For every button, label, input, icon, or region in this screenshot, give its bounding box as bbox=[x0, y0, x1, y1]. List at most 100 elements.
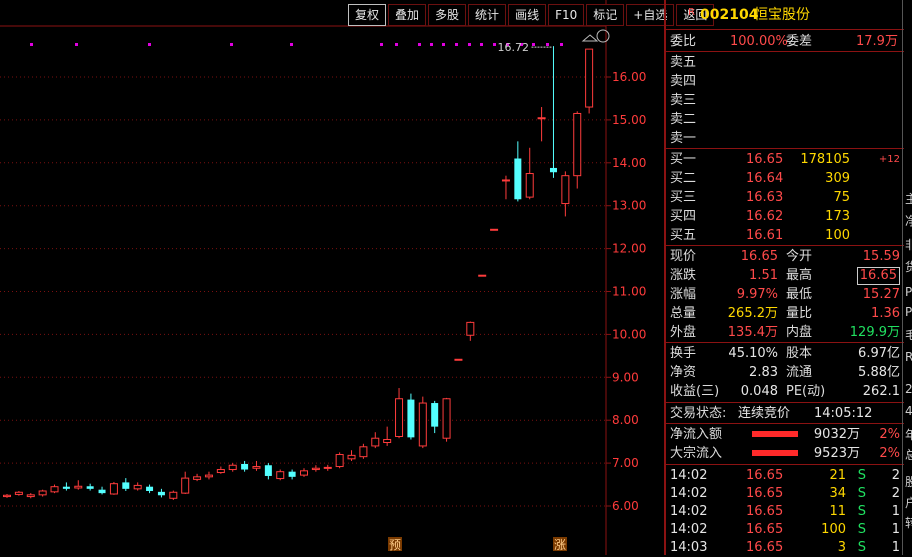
trade-status-row: 交易状态: 连续竞价 14:05:12 bbox=[670, 404, 900, 423]
candle-body bbox=[418, 402, 427, 447]
buy-level-label: 买一 bbox=[670, 152, 697, 167]
tick-price: 16.65 bbox=[746, 486, 784, 501]
quote-value: 9.97% bbox=[736, 287, 778, 302]
candle-body bbox=[359, 446, 368, 458]
fundamental-row: 收益(三) 0.048 PE(动) 262.1 bbox=[670, 382, 900, 401]
buy-level-volume: 178105 bbox=[800, 152, 850, 167]
y-tick-label: 8.00 bbox=[612, 413, 639, 427]
buy-level-price: 16.64 bbox=[746, 171, 784, 186]
fundamental-label: 股本 bbox=[786, 346, 813, 361]
quote-value: 15.59 bbox=[862, 249, 900, 264]
tick-volume: 3 bbox=[837, 540, 846, 555]
buy-level-row[interactable]: 买三 16.63 75 bbox=[670, 188, 900, 207]
marker-dot bbox=[468, 43, 471, 46]
buy-level-price: 16.62 bbox=[746, 209, 784, 224]
committee-diff-label: 委差 bbox=[786, 34, 813, 49]
marker-dot bbox=[230, 43, 233, 46]
quote-label: 外盘 bbox=[670, 325, 697, 340]
divider bbox=[666, 342, 904, 343]
toolbar-huaxian-button[interactable]: 画线 bbox=[508, 4, 547, 26]
tick-count: 2 bbox=[891, 486, 900, 501]
quote-value: 16.65 bbox=[740, 249, 778, 264]
tick-price: 16.65 bbox=[746, 540, 784, 555]
y-tick-label: 15.00 bbox=[612, 113, 646, 127]
far-edge-char: P bbox=[905, 285, 912, 299]
tick-row: 14:03 16.65 3 S 1 bbox=[670, 538, 900, 557]
marker-dot bbox=[380, 43, 383, 46]
marker-dot bbox=[75, 43, 78, 46]
candle-body bbox=[157, 491, 165, 496]
tick-volume: 100 bbox=[821, 522, 846, 537]
fund-flow-bar bbox=[752, 450, 798, 456]
divider bbox=[666, 148, 904, 149]
buy-level-row[interactable]: 买五 16.61 100 bbox=[670, 226, 900, 245]
candlestick-chart[interactable]: 16.00 15.00 14.00 13.00 12.00 11.00 10.00 9.00 8… bbox=[0, 0, 664, 555]
toolbar-f10-button[interactable]: F10 bbox=[548, 4, 585, 26]
candle-body bbox=[169, 491, 178, 499]
toolbar-duogu-button[interactable]: 多股 bbox=[428, 4, 467, 26]
tick-row: 14:02 16.65 21 S 2 bbox=[670, 466, 900, 485]
candle-body bbox=[431, 403, 439, 427]
marker-dot bbox=[418, 43, 421, 46]
far-edge-char: 主 bbox=[905, 190, 912, 207]
preview-marker: 预 bbox=[389, 538, 401, 552]
tick-count: 2 bbox=[891, 468, 900, 483]
fund-flow-row: 净流入额 9032万 2% bbox=[670, 425, 900, 444]
y-tick-label: 9.00 bbox=[612, 370, 639, 384]
candle-body bbox=[204, 474, 213, 478]
fundamental-value: 45.10% bbox=[728, 346, 778, 361]
buy-level-row[interactable]: 买四 16.62 173 bbox=[670, 207, 900, 226]
sell-level-label: 卖一 bbox=[670, 131, 697, 146]
candle-body bbox=[109, 483, 118, 495]
buy-level-price: 16.65 bbox=[746, 152, 784, 167]
candle-body bbox=[537, 117, 546, 120]
quote-label: 量比 bbox=[786, 306, 813, 321]
y-tick-label: 14.00 bbox=[612, 156, 646, 170]
chart-options-icon[interactable] bbox=[596, 29, 610, 43]
candle-body bbox=[573, 112, 582, 177]
marker-dot bbox=[493, 43, 496, 46]
candle-body bbox=[371, 437, 380, 447]
sell-level-row: 卖二 bbox=[670, 110, 900, 129]
buy-level-volume: 100 bbox=[825, 228, 850, 243]
marker-dot bbox=[560, 43, 563, 46]
quote-row: 总量 265.2万 量比 1.36 bbox=[670, 304, 900, 323]
quote-row: 外盘 135.4万 内盘 129.9万 bbox=[670, 323, 900, 342]
candle-body bbox=[3, 494, 11, 498]
candle-body bbox=[383, 439, 392, 444]
buy-level-label: 买四 bbox=[670, 209, 697, 224]
buy-level-volume: 75 bbox=[833, 190, 850, 205]
candle-body bbox=[311, 467, 320, 471]
fund-flow-row: 大宗流入 9523万 2% bbox=[670, 444, 900, 463]
candle-body bbox=[466, 321, 475, 336]
buy-level-row[interactable]: 买二 16.64 309 bbox=[670, 169, 900, 188]
tick-time: 14:03 bbox=[670, 540, 708, 555]
fundamental-label: 收益(三) bbox=[670, 384, 720, 399]
fund-flow-label: 净流入额 bbox=[670, 427, 723, 442]
candle-body bbox=[442, 398, 451, 439]
stock-flag: R bbox=[688, 7, 695, 18]
tick-time: 14:02 bbox=[670, 486, 708, 501]
toolbar-biaoji-button[interactable]: 标记 bbox=[586, 4, 625, 26]
toolbar-tongji-button[interactable]: 统计 bbox=[468, 4, 507, 26]
tick-volume: 21 bbox=[829, 468, 846, 483]
marker-dot bbox=[430, 43, 433, 46]
tick-row: 14:02 16.65 11 S 1 bbox=[670, 502, 900, 521]
tick-price: 16.65 bbox=[746, 468, 784, 483]
toolbar-diejia-button[interactable]: 叠加 bbox=[388, 4, 427, 26]
high-price-annotation: 16.72 bbox=[497, 41, 528, 54]
buy-level-row[interactable]: 买一 16.65 178105 +12 bbox=[670, 150, 900, 169]
stock-header: R 002104 恒宝股份 bbox=[670, 6, 900, 25]
candle-body bbox=[454, 358, 463, 361]
quote-row: 涨幅 9.97% 最低 15.27 bbox=[670, 285, 900, 304]
tick-side: S bbox=[857, 522, 866, 537]
candle-body bbox=[395, 398, 404, 438]
fundamental-value: 6.97亿 bbox=[858, 346, 900, 361]
scroll-up-icon[interactable] bbox=[581, 34, 599, 42]
marker-dot bbox=[480, 43, 483, 46]
candle-body bbox=[146, 486, 154, 491]
quote-value: 1.36 bbox=[871, 306, 900, 321]
fund-flow-label: 大宗流入 bbox=[670, 446, 723, 461]
marker-dot bbox=[546, 43, 549, 46]
toolbar-fuquan-button[interactable]: 复权 bbox=[348, 4, 387, 26]
